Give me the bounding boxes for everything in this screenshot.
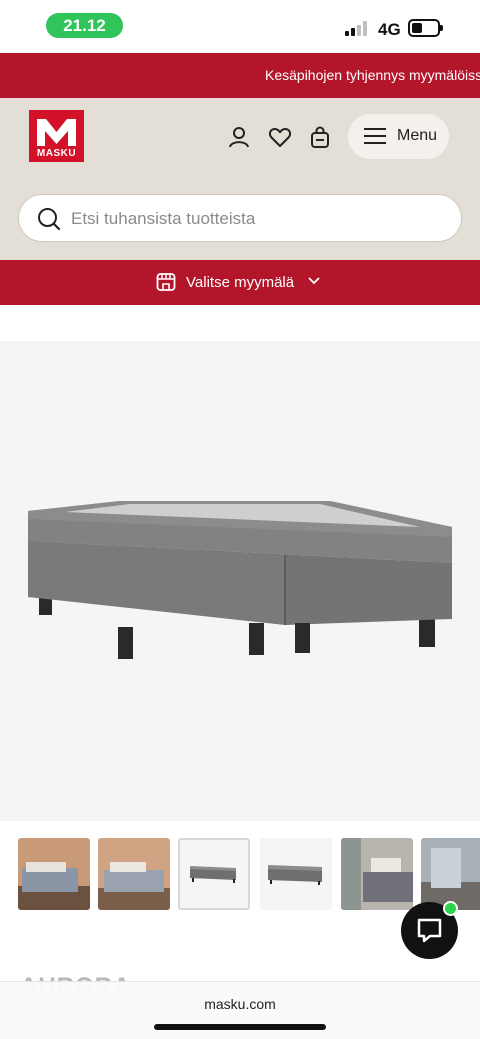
thumbnail-2[interactable] — [98, 838, 170, 910]
status-bar: 21.12 4G — [0, 0, 480, 52]
heart-icon[interactable] — [268, 125, 292, 149]
chat-online-indicator — [443, 901, 458, 916]
thumbnail-strip — [0, 836, 480, 916]
store-icon — [156, 273, 176, 291]
search-input[interactable]: Etsi tuhansista tuotteista — [18, 194, 462, 242]
thumbnail-6[interactable] — [421, 838, 480, 910]
browser-address-bar[interactable]: masku.com — [0, 981, 480, 1039]
product-main-image[interactable] — [0, 341, 480, 821]
thumbnail-3-selected[interactable] — [178, 838, 250, 910]
menu-button[interactable]: Menu — [348, 114, 449, 159]
store-label: Valitse myymälä — [186, 274, 295, 291]
store-selector[interactable]: Valitse myymälä — [0, 260, 480, 305]
bed-image — [28, 501, 452, 659]
thumbnail-1[interactable] — [18, 838, 90, 910]
status-time: 21.12 — [46, 13, 123, 38]
chat-icon — [417, 918, 442, 943]
promo-banner[interactable]: Kesäpihojen tyhjennys myymälöissä! — [0, 53, 480, 98]
search-icon — [38, 208, 61, 231]
thumbnail-4[interactable] — [260, 838, 332, 910]
logo-m-icon — [37, 119, 76, 146]
battery-icon — [408, 19, 443, 37]
bag-icon[interactable] — [308, 125, 332, 149]
site-header: MASKU Menu Etsi tuhansista tuotteista — [0, 98, 480, 260]
url-text: masku.com — [204, 996, 276, 1012]
signal-icon — [345, 20, 371, 36]
home-indicator — [154, 1024, 326, 1030]
chevron-down-icon — [308, 277, 320, 285]
logo-text: MASKU — [36, 148, 77, 159]
search-placeholder: Etsi tuhansista tuotteista — [71, 209, 256, 228]
account-icon[interactable] — [227, 125, 251, 149]
hamburger-icon — [364, 128, 386, 144]
promo-text: Kesäpihojen tyhjennys myymälöissä! — [265, 67, 480, 83]
masku-logo[interactable]: MASKU — [29, 110, 84, 162]
menu-label: Menu — [397, 127, 438, 144]
network-type: 4G — [378, 20, 401, 39]
thumbnail-5[interactable] — [341, 838, 413, 910]
